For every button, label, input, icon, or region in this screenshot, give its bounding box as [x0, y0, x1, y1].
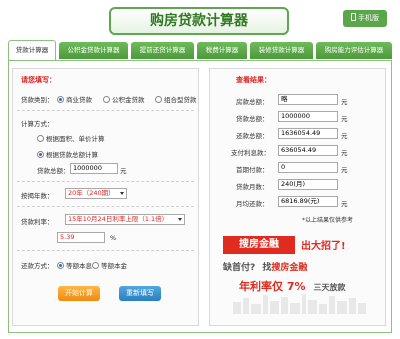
radio-icon [37, 151, 44, 158]
input-panel: 请您填写： 贷款类别： 商业贷款 公积金贷款 组合型贷款 计算方式： 根据面积、… [12, 68, 199, 326]
chevron-down-icon [120, 192, 124, 195]
divider [17, 110, 194, 111]
radio-icon [57, 262, 64, 269]
radio-icon [37, 135, 44, 142]
calc-by-area[interactable]: 根据面积、单价计算 [37, 133, 105, 143]
tab-renovation[interactable]: 装修贷款计算器 [250, 42, 313, 59]
ad-brand: 搜房金融 [223, 236, 295, 254]
divider [17, 206, 194, 207]
calc-by-total[interactable]: 根据贷款总额计算 [37, 149, 98, 159]
rate-select[interactable]: 15年10月24日利率上限（1.1倍） [65, 214, 185, 225]
loan-type-commercial[interactable]: 商业贷款 [57, 94, 92, 104]
calculate-button[interactable]: 开始计算 [58, 286, 100, 301]
tab-provident-fund[interactable]: 公积金贷款计算器 [59, 42, 128, 59]
years-select[interactable]: 20年（240期） [65, 188, 127, 199]
tab-affordability[interactable]: 购房能力评估计算器 [316, 42, 392, 59]
calculator-tabs: 贷款计算器 公积金贷款计算器 提前还贷计算器 税费计算器 装修贷款计算器 购房能… [8, 40, 392, 60]
phone-icon [351, 13, 356, 21]
radio-icon [92, 262, 99, 269]
mobile-version-label: 手机版 [358, 14, 379, 22]
rate-unit: % [110, 234, 117, 242]
rate-label: 贷款利率： [21, 218, 54, 226]
tab-tax[interactable]: 税费计算器 [197, 42, 247, 59]
calc-method-label: 计算方式： [21, 120, 54, 128]
loan-total-label: 贷款总额： [37, 167, 70, 175]
skyline-graphic [233, 294, 366, 314]
ad-banner[interactable]: 搜房金融 出大招了! 缺首付? 找搜房金融 年利率仅 7% 三天放款 [209, 60, 386, 330]
ad-slogan: 出大招了! [301, 241, 346, 252]
divider [17, 250, 194, 251]
loan-type-provident[interactable]: 公积金贷款 [103, 94, 145, 104]
repay-equal-principal[interactable]: 等额本金 [92, 260, 127, 270]
radio-icon [103, 96, 110, 103]
divider [17, 181, 194, 182]
repay-equal-installment[interactable]: 等额本息 [57, 260, 92, 270]
mobile-version-button[interactable]: 手机版 [343, 10, 387, 27]
rate-input[interactable]: 5.39 [57, 232, 105, 243]
loan-type-label: 贷款类别： [21, 96, 54, 104]
reset-button[interactable]: 重新填写 [119, 286, 161, 301]
tab-loan-calculator[interactable]: 贷款计算器 [8, 40, 56, 60]
radio-icon [155, 96, 162, 103]
tab-prepayment[interactable]: 提前还贷计算器 [131, 42, 194, 59]
page-title: 购房贷款计算器 [109, 7, 289, 35]
ad-subline: 缺首付? 找搜房金融 [223, 263, 308, 273]
repay-label: 还款方式： [21, 262, 54, 270]
loan-type-combined[interactable]: 组合型贷款 [155, 94, 197, 104]
chevron-down-icon [178, 218, 182, 221]
radio-icon [57, 96, 64, 103]
input-heading: 请您填写： [21, 76, 56, 84]
years-label: 按揭年数： [21, 192, 54, 200]
ad-headline: 搜房金融 出大招了! [223, 234, 373, 256]
loan-total-unit: 元 [120, 167, 127, 175]
loan-total-input[interactable]: 1000000 [70, 163, 118, 174]
